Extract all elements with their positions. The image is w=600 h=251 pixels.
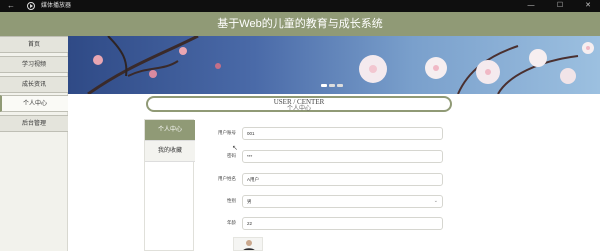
- back-arrow-icon[interactable]: ←: [7, 1, 15, 11]
- name-field[interactable]: A用户: [242, 173, 443, 186]
- gender-select[interactable]: 男 ⌄: [242, 195, 443, 208]
- carousel-dot[interactable]: [329, 84, 335, 87]
- carousel-dot[interactable]: [321, 84, 327, 87]
- age-field[interactable]: 22: [242, 217, 443, 230]
- profile-form: 用户账号 001 密码 *** 用户姓名 A用户 性别 男 ⌄ 年龄 22: [196, 119, 448, 251]
- name-label: 用户姓名: [218, 176, 236, 181]
- tab-personal-center[interactable]: 个人中心: [145, 120, 195, 141]
- gender-value: 男: [247, 199, 252, 204]
- profile-tabs: 个人中心 我的收藏: [144, 119, 195, 251]
- maximize-button[interactable]: ☐: [553, 1, 567, 11]
- username-field[interactable]: 001: [242, 127, 443, 140]
- mouse-cursor-icon: ↖: [232, 145, 238, 152]
- sidebar: 首页 学习视频 成长资讯 个人中心 后台管理: [0, 36, 68, 251]
- app-title: 媒体播放器: [41, 3, 72, 9]
- minimize-button[interactable]: —: [524, 1, 538, 11]
- close-button[interactable]: ✕: [581, 1, 595, 11]
- section-title-cn: 个人中心: [286, 106, 311, 112]
- avatar[interactable]: [233, 237, 263, 251]
- sidebar-item-growth-news[interactable]: 成长资讯: [0, 76, 68, 93]
- password-label: 密码: [227, 153, 236, 158]
- gender-label: 性别: [227, 198, 236, 203]
- site-header: 基于Web的儿童的教育与成长系统: [0, 12, 600, 36]
- section-title-en: USER / CENTER: [273, 98, 325, 106]
- tab-my-favorites[interactable]: 我的收藏: [145, 141, 195, 162]
- carousel-dot[interactable]: [337, 84, 343, 87]
- username-label: 用户账号: [218, 130, 236, 135]
- media-player-app-icon: [27, 2, 35, 10]
- window-titlebar: ← 媒体播放器 — ☐ ✕: [0, 0, 600, 12]
- age-label: 年龄: [227, 220, 236, 225]
- site-title: 基于Web的儿童的教育与成长系统: [217, 18, 383, 30]
- section-heading: USER / CENTER 个人中心: [146, 96, 452, 112]
- sidebar-item-admin[interactable]: 后台管理: [0, 115, 68, 132]
- avatar-image: [234, 238, 262, 250]
- sidebar-item-learning-videos[interactable]: 学习视频: [0, 56, 68, 73]
- sidebar-item-personal-center[interactable]: 个人中心: [0, 95, 68, 112]
- chevron-down-icon: ⌄: [433, 198, 438, 204]
- sidebar-item-home[interactable]: 首页: [0, 36, 68, 53]
- password-field[interactable]: ***: [242, 150, 443, 163]
